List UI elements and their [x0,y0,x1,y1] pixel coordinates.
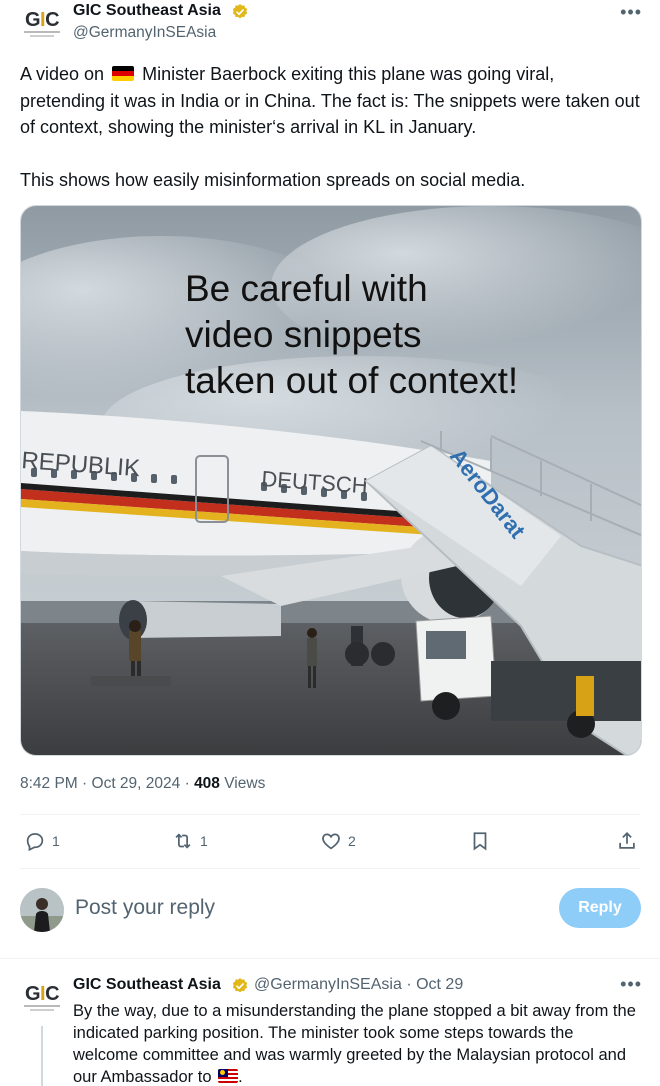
user-photo [20,888,64,932]
thread-connector-line [41,1026,43,1086]
heart-icon [322,833,340,850]
reply-author-name[interactable]: GIC Southeast Asia [73,976,221,994]
logo-subtitle-line [30,35,54,37]
verified-badge-icon [232,4,248,19]
logo-subtitle-line [24,1005,60,1007]
media-caption-line: video snippets [185,314,422,355]
like-count: 2 [348,833,356,849]
divider [20,868,640,869]
like-action-button[interactable]: 2 [320,830,356,852]
tweet-text-paragraph2: This shows how easily misinformation spr… [20,169,526,190]
gic-logo: GIC [24,983,60,1005]
tweet-text: A video on Minister Baerbock exiting thi… [20,61,640,219]
reply-tweet-end: . [238,1068,243,1086]
media-caption: Be careful with video snippets taken out… [185,266,518,404]
reply-input[interactable]: Post your reply [75,896,215,920]
more-options-icon[interactable]: ••• [620,974,642,995]
divider [20,814,640,815]
verified-badge-icon [232,978,248,993]
reply-author-handle[interactable]: @GermanyInSEAsia [254,976,402,993]
tweet-time[interactable]: 8:42 PM [20,775,78,792]
bookmark-icon [473,832,487,851]
share-icon [619,831,635,849]
tweet-date[interactable]: Oct 29, 2024 [92,775,181,792]
author-handle[interactable]: @GermanyInSEAsia [73,24,216,42]
tweet-timestamp: 8:42 PM · Oct 29, 2024 · 408 Views [20,775,266,792]
tweet-text-part1: A video on [20,64,105,84]
reply-count: 1 [52,833,60,849]
logo-subtitle-line [24,31,60,33]
gic-logo: GIC [24,9,60,31]
reply-submit-button[interactable]: Reply [559,888,641,928]
separator-dot: · [406,976,412,993]
reply-author-avatar[interactable]: GIC [20,978,64,1018]
retweet-count: 1 [200,833,208,849]
reply-icon [26,833,44,852]
bookmark-button[interactable] [469,830,491,852]
retweet-icon [175,833,191,849]
divider [0,958,660,959]
reply-action-button[interactable]: 1 [24,830,60,852]
views-label: Views [224,775,266,792]
media-caption-line: taken out of context! [185,360,519,401]
reply-tweet-text: By the way, due to a misunderstanding th… [73,1000,643,1086]
current-user-avatar[interactable] [20,888,64,932]
reply-date[interactable]: Oct 29 [416,976,463,993]
reply-author-handle-and-date[interactable]: @GermanyInSEAsia · Oct 29 [254,976,463,994]
views-count: 408 [194,775,220,792]
logo-subtitle-line [30,1009,54,1011]
reply-tweet-body: By the way, due to a misunderstanding th… [73,1002,636,1086]
author-avatar[interactable]: GIC [20,4,64,44]
media-caption-line: Be careful with [185,268,428,309]
tweet-media-video[interactable]: REPUBLIK DEUTSCH AeroDarat Be careful wi… [20,205,642,756]
share-button[interactable] [616,830,638,852]
author-name[interactable]: GIC Southeast Asia [73,2,221,20]
germany-flag-icon [112,66,135,81]
retweet-action-button[interactable]: 1 [172,830,208,852]
malaysia-flag-icon [218,1069,239,1083]
more-options-icon[interactable]: ••• [620,2,642,23]
tweet-actions-bar: 1 1 2 [20,826,640,858]
